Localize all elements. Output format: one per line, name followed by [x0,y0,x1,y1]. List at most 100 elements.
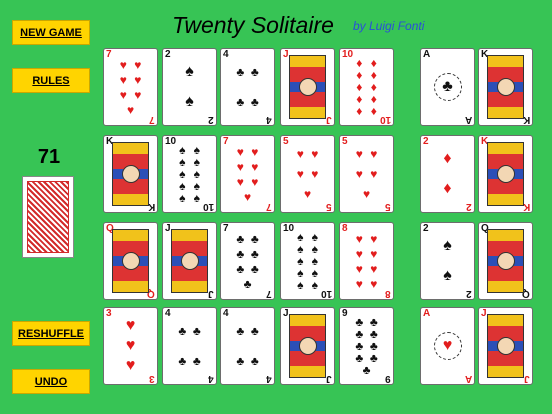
reshuffle-button[interactable]: RESHUFFLE [12,321,90,346]
suit-pip: ♦ [443,180,452,197]
suit-pip: ♠ [297,278,304,292]
foundation-card[interactable]: JJ [478,307,533,385]
court-head [180,252,199,270]
new-game-button[interactable]: NEW GAME [12,20,90,45]
suit-pip: ♥ [355,231,363,246]
tableau-card[interactable]: 7 7 ♥ ♥ ♥ ♥ ♥ ♥ ♥ [103,48,158,126]
court-figure [487,55,524,119]
card-index: 4 [223,308,229,319]
suit-pip: ♥ [251,144,259,159]
suit-pips: ♦ ♦ ♦ ♦ ♦ ♦ ♦ ♦ ♦ ♦ [352,57,381,117]
card-index: 2 [165,49,171,60]
card-index: 4 [266,373,272,384]
court-figure [171,229,208,293]
foundation-card[interactable]: A A ♣ [420,48,475,126]
suit-pip: ♥ [134,57,142,72]
suit-pip: ♣ [236,65,245,79]
card-index: 2 [466,201,472,212]
tableau-card[interactable]: 4 4 ♣ ♣ ♣ ♣ [162,307,217,385]
foundation-card[interactable]: KK [478,48,533,126]
suit-pip: ♦ [356,104,363,118]
tableau-card[interactable]: 10 10 ♦ ♦ ♦ ♦ ♦ ♦ ♦ ♦ ♦ ♦ [339,48,394,126]
foundation-card[interactable]: KK [478,135,533,213]
tableau-card[interactable]: 5 5 ♥ ♥ ♥ ♥ ♥ [280,135,335,213]
suit-pip: ♥ [311,147,319,161]
suit-pip: ♥ [236,144,244,159]
suit-pip: ♥ [370,261,378,276]
suit-pip: ♣ [250,324,259,338]
suit-pip: ♣ [178,324,187,338]
card-index: J [283,49,289,60]
suit-pips: ♦ ♦ [433,144,462,204]
card-index: A [464,114,472,125]
tableau-card[interactable]: JJ [162,222,217,300]
card-index: J [481,308,487,319]
court-head [496,78,515,96]
court-figure [487,314,524,378]
stock-pile[interactable] [22,176,74,258]
suit-pips: ♥ ♥ ♥ ♥ ♥ [352,144,381,204]
tableau-card[interactable]: 8 8 ♥ ♥ ♥ ♥ ♥ ♥ ♥ ♥ [339,222,394,300]
tableau-card[interactable]: 5 5 ♥ ♥ ♥ ♥ ♥ [339,135,394,213]
tableau-card[interactable]: 4 4 ♣ ♣ ♣ ♣ [220,307,275,385]
suit-pips: ♠ ♠ [175,57,204,117]
suit-pip: ♥ [355,246,363,261]
court-figure [112,142,149,206]
foundation-card[interactable]: 2 2 ♦ ♦ [420,135,475,213]
tableau-card[interactable]: 10 10 ♠ ♠ ♠ ♠ ♠ ♠ ♠ ♠ ♠ ♠ [162,135,217,213]
suit-pip: ♣ [250,354,259,368]
foundation-card[interactable]: A A ♥ [420,307,475,385]
tableau-card[interactable]: 2 2 ♠ ♠ [162,48,217,126]
suit-pips: ♣ ♣ ♣ ♣ [233,57,262,117]
card-index: 4 [208,373,214,384]
suit-pip: ♣ [192,354,201,368]
suit-pip: ♥ [251,159,259,174]
tableau-card[interactable]: 4 4 ♣ ♣ ♣ ♣ [220,48,275,126]
suit-pip: ♥ [311,167,319,181]
tableau-card[interactable]: JJ [280,307,335,385]
card-index: 10 [320,288,332,299]
suit-pip: ♥ [134,72,142,87]
suit-pip: ♥ [119,72,127,87]
court-figure [487,229,524,293]
suit-pip: ♣ [236,231,245,246]
suit-pip: ♣ [243,276,252,291]
suit-pip: ♣ [250,95,259,109]
card-index: 7 [266,288,272,299]
suit-pips: ♠ ♠ [433,231,462,291]
court-figure [112,229,149,293]
card-index: 5 [326,201,332,212]
tableau-card[interactable]: 9 9 ♣ ♣ ♣ ♣ ♣ ♣ ♣ ♣ ♣ [339,307,394,385]
card-index: 4 [266,114,272,125]
foundation-card[interactable]: QQ [478,222,533,300]
suit-pip: ♥ [370,147,378,161]
suit-pip: ♦ [370,104,377,118]
foundation-card[interactable]: 2 2 ♠ ♠ [420,222,475,300]
card-index: 7 [106,49,112,60]
suit-pip: ♥ [236,159,244,174]
tableau-card[interactable]: QQ [103,222,158,300]
court-figure [289,55,326,119]
card-index: 5 [342,136,348,147]
rules-button[interactable]: RULES [12,68,90,93]
court-head [496,337,515,355]
undo-button[interactable]: UNDO [12,369,90,394]
card-index: J [326,373,332,384]
tableau-card[interactable]: 3 3 ♥ ♥ ♥ [103,307,158,385]
suit-pip: ♣ [362,363,371,377]
tableau-card[interactable]: JJ [280,48,335,126]
tableau-card[interactable]: 10 10 ♠ ♠ ♠ ♠ ♠ ♠ ♠ ♠ ♠ ♠ [280,222,335,300]
card-index: A [423,308,431,319]
tableau-card[interactable]: KK [103,135,158,213]
ace-pip: ♣ [433,73,462,101]
tableau-card[interactable]: 7 7 ♣ ♣ ♣ ♣ ♣ ♣ ♣ [220,222,275,300]
suit-pip: ♣ [236,354,245,368]
suit-pips: ♣ ♣ ♣ ♣ [175,316,204,376]
tableau-card[interactable]: 7 7 ♥ ♥ ♥ ♥ ♥ ♥ ♥ [220,135,275,213]
suit-pip: ♣ [192,324,201,338]
suit-pip: ♣ [250,65,259,79]
card-index: 4 [223,49,229,60]
court-figure [487,142,524,206]
suit-pip: ♣ [250,246,259,261]
stock-count: 71 [37,146,61,168]
